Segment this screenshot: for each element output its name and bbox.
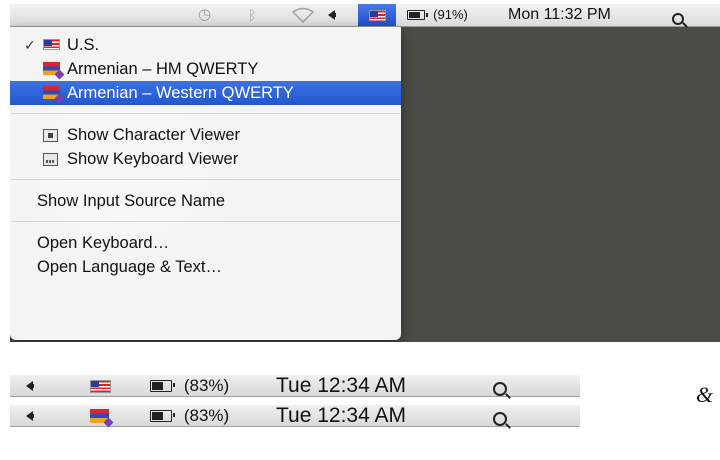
battery-icon — [150, 410, 175, 423]
menu-clock[interactable]: Tue 12:34 AM — [276, 375, 406, 397]
time-machine-icon[interactable]: ◷ — [198, 4, 211, 26]
menu-separator — [11, 179, 400, 180]
spotlight-icon — [672, 12, 684, 25]
battery-icon — [407, 10, 428, 21]
menu-item-armenian-western[interactable]: Armenian – Western QWERTY — [10, 81, 401, 105]
us-flag-icon — [43, 39, 60, 50]
spotlight-icon — [493, 411, 507, 426]
menu-item-armenian-hm[interactable]: Armenian – HM QWERTY — [10, 57, 401, 81]
battery-icon — [150, 380, 175, 393]
battery-percent: (83%) — [183, 376, 230, 396]
menu-separator — [11, 221, 400, 222]
battery-percent: (91%) — [433, 7, 468, 23]
ampersand-text: & — [696, 382, 714, 407]
armenian-flag-icon — [43, 86, 60, 99]
menu-bar-armenian: (83%) Tue 12:34 AM — [10, 405, 580, 427]
input-menu-button[interactable] — [358, 4, 396, 26]
menu-item-us[interactable]: ✓ U.S. — [10, 33, 401, 57]
bluetooth-icon[interactable]: ᛒ — [248, 4, 256, 26]
menu-item-label: Armenian – HM QWERTY — [67, 60, 259, 78]
volume-icon[interactable] — [328, 4, 336, 26]
checkmark-icon: ✓ — [24, 37, 36, 53]
desktop-screenshot: ◷ ᛒ (91%) Mon 11:32 PM ✓ U.S. Armenian –… — [10, 4, 720, 342]
menu-item-label: Armenian – Western QWERTY — [67, 84, 294, 102]
menu-clock[interactable]: Tue 12:34 AM — [276, 405, 406, 427]
menu-bar: ◷ ᛒ (91%) Mon 11:32 PM — [10, 4, 720, 27]
battery-status[interactable]: (83%) — [150, 405, 229, 427]
menu-separator — [11, 113, 400, 114]
menu-item-label: U.S. — [67, 36, 100, 54]
battery-status[interactable]: (83%) — [150, 375, 229, 397]
armenian-flag-icon — [90, 409, 109, 424]
menu-item-open-language-text[interactable]: Open Language & Text… — [10, 255, 401, 279]
wifi-icon[interactable] — [291, 7, 315, 29]
battery-percent: (83%) — [183, 406, 230, 426]
menu-item-label: Show Character Viewer — [67, 126, 241, 144]
spotlight-button[interactable] — [672, 9, 684, 25]
input-source-menu: ✓ U.S. Armenian – HM QWERTY Armenian – W… — [10, 27, 401, 340]
input-menu-button[interactable] — [90, 375, 111, 397]
character-viewer-icon — [43, 129, 58, 142]
input-menu-button[interactable] — [90, 405, 109, 427]
spotlight-button[interactable] — [493, 409, 507, 426]
volume-icon[interactable] — [26, 405, 34, 427]
battery-status[interactable]: (91%) — [407, 4, 468, 26]
menu-item-keyboard-viewer[interactable]: Show Keyboard Viewer — [10, 147, 401, 171]
menu-item-label: Show Keyboard Viewer — [67, 150, 239, 168]
keyboard-viewer-icon — [43, 153, 58, 166]
volume-icon[interactable] — [26, 375, 34, 397]
menu-item-character-viewer[interactable]: Show Character Viewer — [10, 123, 401, 147]
spotlight-button[interactable] — [493, 379, 507, 396]
menu-item-open-keyboard[interactable]: Open Keyboard… — [10, 231, 401, 255]
menu-bar-us: (83%) Tue 12:34 AM — [10, 375, 580, 397]
us-flag-icon — [368, 9, 386, 21]
menu-clock[interactable]: Mon 11:32 PM — [508, 4, 611, 26]
spotlight-icon — [493, 381, 507, 396]
armenian-flag-icon — [43, 62, 60, 75]
menu-item-show-input-source-name[interactable]: Show Input Source Name — [10, 189, 401, 213]
us-flag-icon — [90, 379, 111, 393]
menu-item-label: Open Keyboard… — [37, 234, 170, 252]
menu-item-label: Show Input Source Name — [37, 192, 226, 210]
menu-item-label: Open Language & Text… — [37, 258, 222, 276]
